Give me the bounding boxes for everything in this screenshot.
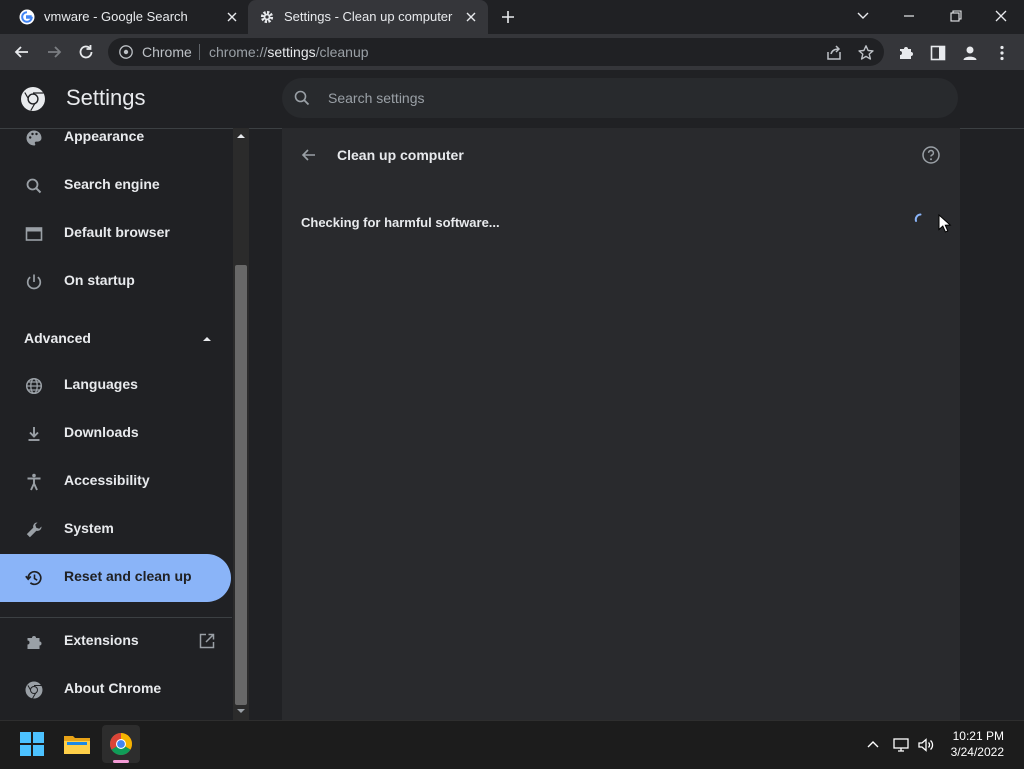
url-path: /cleanup [315, 44, 369, 60]
sidebar-item-label: Reset and clean up [64, 568, 192, 584]
sidebar-item-label: Downloads [64, 424, 139, 440]
sidebar-item-label: On startup [64, 272, 135, 288]
search-input[interactable] [326, 86, 930, 110]
reload-icon[interactable] [76, 42, 96, 62]
sidebar-item-label: Extensions [64, 632, 139, 648]
sidebar-item-system[interactable]: System [0, 506, 231, 554]
scrollbar-thumb[interactable] [235, 265, 247, 705]
gear-icon [259, 9, 275, 25]
sidebar-item-default-browser[interactable]: Default browser [0, 210, 231, 258]
chrome-logo-icon [20, 86, 46, 112]
download-icon [24, 424, 44, 444]
sidebar-item-reset-and-clean-up[interactable]: Reset and clean up [0, 554, 231, 602]
restore-icon[interactable] [943, 5, 967, 27]
restore-history-icon [24, 568, 44, 588]
site-label: Chrome [142, 44, 192, 60]
url-text[interactable]: chrome://settings/cleanup [209, 44, 369, 60]
help-icon[interactable] [921, 145, 941, 165]
settings-title: Settings [66, 85, 146, 110]
close-window-icon[interactable] [989, 5, 1013, 27]
taskbar-clock-time[interactable]: 10:21 PM [953, 729, 1004, 743]
sidebar-item-extensions[interactable]: Extensions [0, 618, 231, 666]
tab-settings-cleanup[interactable]: Settings - Clean up computer [248, 0, 488, 34]
sidebar-item-accessibility[interactable]: Accessibility [0, 458, 231, 506]
active-app-indicator [113, 760, 129, 763]
new-tab-icon[interactable] [498, 7, 518, 27]
taskbar-clock-date[interactable]: 3/24/2022 [951, 745, 1004, 759]
search-icon [292, 88, 312, 108]
power-icon [24, 272, 44, 292]
windows-start-icon[interactable] [13, 725, 51, 763]
wrench-icon [24, 520, 44, 540]
page-title: Clean up computer [337, 147, 464, 163]
collapse-arrow-icon[interactable] [200, 332, 214, 346]
globe-icon [24, 376, 44, 396]
search-icon [24, 176, 44, 196]
sidebar-item-label: Default browser [64, 224, 170, 240]
tab-title: Settings - Clean up computer [284, 9, 453, 24]
sidebar-item-label: Search engine [64, 176, 160, 192]
tab-title: vmware - Google Search [44, 9, 188, 24]
scroll-down-arrow-icon[interactable] [236, 706, 246, 716]
sidebar-item-languages[interactable]: Languages [0, 362, 231, 410]
side-panel-icon[interactable] [928, 43, 948, 63]
google-icon [19, 9, 35, 25]
browser-window-icon [24, 224, 44, 244]
chrome-taskbar-icon[interactable] [102, 725, 140, 763]
advanced-section-toggle[interactable]: Advanced [24, 330, 91, 346]
palette-icon [24, 128, 44, 148]
share-icon[interactable] [824, 43, 844, 63]
mouse-cursor-icon [938, 214, 952, 234]
site-info-icon[interactable] [118, 44, 134, 60]
network-icon[interactable] [892, 736, 910, 754]
back-arrow-icon[interactable] [12, 42, 32, 62]
profile-avatar-icon[interactable] [960, 43, 980, 63]
sidebar-item-appearance[interactable]: Appearance [0, 128, 231, 162]
url-scheme: chrome:// [209, 44, 268, 60]
close-tab-icon[interactable] [463, 9, 479, 25]
chrome-logo-icon [24, 680, 44, 700]
accessibility-icon [24, 472, 44, 492]
open-in-new-icon [198, 632, 216, 650]
sidebar-item-downloads[interactable]: Downloads [0, 410, 231, 458]
forward-arrow-icon[interactable] [44, 42, 64, 62]
sidebar-item-label: About Chrome [64, 680, 162, 696]
volume-icon[interactable] [917, 736, 935, 754]
omnibox-separator [199, 44, 200, 60]
sidebar-item-about-chrome[interactable]: About Chrome [0, 666, 231, 714]
scan-status-text: Checking for harmful software... [301, 215, 500, 230]
close-tab-icon[interactable] [224, 9, 240, 25]
tab-search-chevron-icon[interactable] [851, 5, 875, 27]
more-menu-icon[interactable] [992, 43, 1012, 63]
sidebar-item-search-engine[interactable]: Search engine [0, 162, 231, 210]
sidebar-item-label: Languages [64, 376, 138, 392]
settings-sidebar: Appearance Search engine Default browser… [0, 128, 232, 720]
sidebar-item-label: Appearance [64, 128, 145, 144]
minimize-icon[interactable] [897, 5, 921, 27]
loading-spinner-icon [912, 212, 924, 224]
bookmark-star-icon[interactable] [856, 43, 876, 63]
sidebar-item-label: System [64, 520, 114, 536]
back-arrow-icon[interactable] [300, 146, 318, 164]
sidebar-item-label: Accessibility [64, 472, 150, 488]
tab-google-search[interactable]: vmware - Google Search [8, 0, 246, 34]
url-host: settings [267, 44, 316, 60]
tray-overflow-chevron-icon[interactable] [864, 736, 882, 754]
file-explorer-icon[interactable] [58, 725, 96, 763]
scroll-up-arrow-icon[interactable] [236, 131, 246, 141]
puzzle-icon [24, 632, 44, 652]
extensions-puzzle-icon[interactable] [896, 43, 916, 63]
sidebar-item-on-startup[interactable]: On startup [0, 258, 231, 306]
